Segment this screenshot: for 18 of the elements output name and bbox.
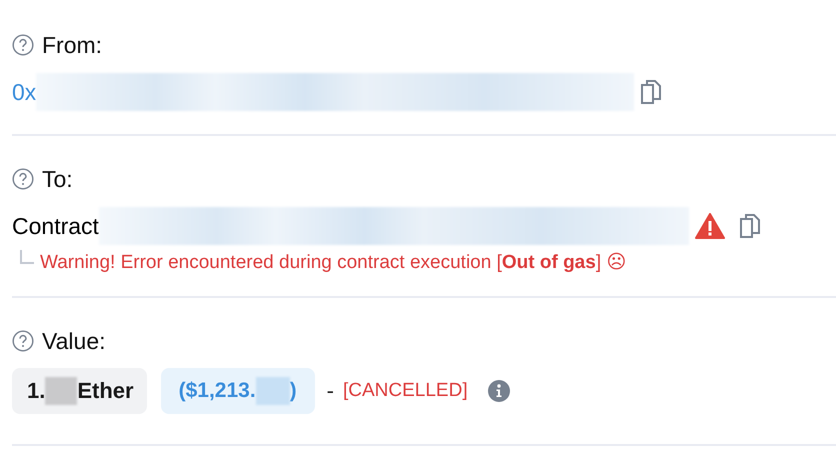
separator: - [326,378,334,404]
warning-message: Warning! Error encountered during contract execution [Out of gas] ☹ [40,251,626,274]
address-link[interactable]: 0x [12,78,36,106]
contract-label: Contract [12,212,99,240]
field-label: To: [42,166,73,192]
info-icon[interactable] [488,380,510,402]
field-label: Value: [42,328,106,354]
copy-icon[interactable] [640,79,662,105]
field-label: From: [42,32,102,58]
help-icon[interactable] [12,34,34,56]
tree-connector [20,250,34,264]
ether-amount: 1. Ether [12,368,147,414]
copy-icon[interactable] [738,213,761,239]
status-text: [CANCELLED] [343,380,468,402]
warning-icon [694,213,725,239]
fiat-value: ($1,213. ) [160,368,315,414]
help-icon[interactable] [12,168,34,190]
help-icon[interactable] [12,330,34,352]
